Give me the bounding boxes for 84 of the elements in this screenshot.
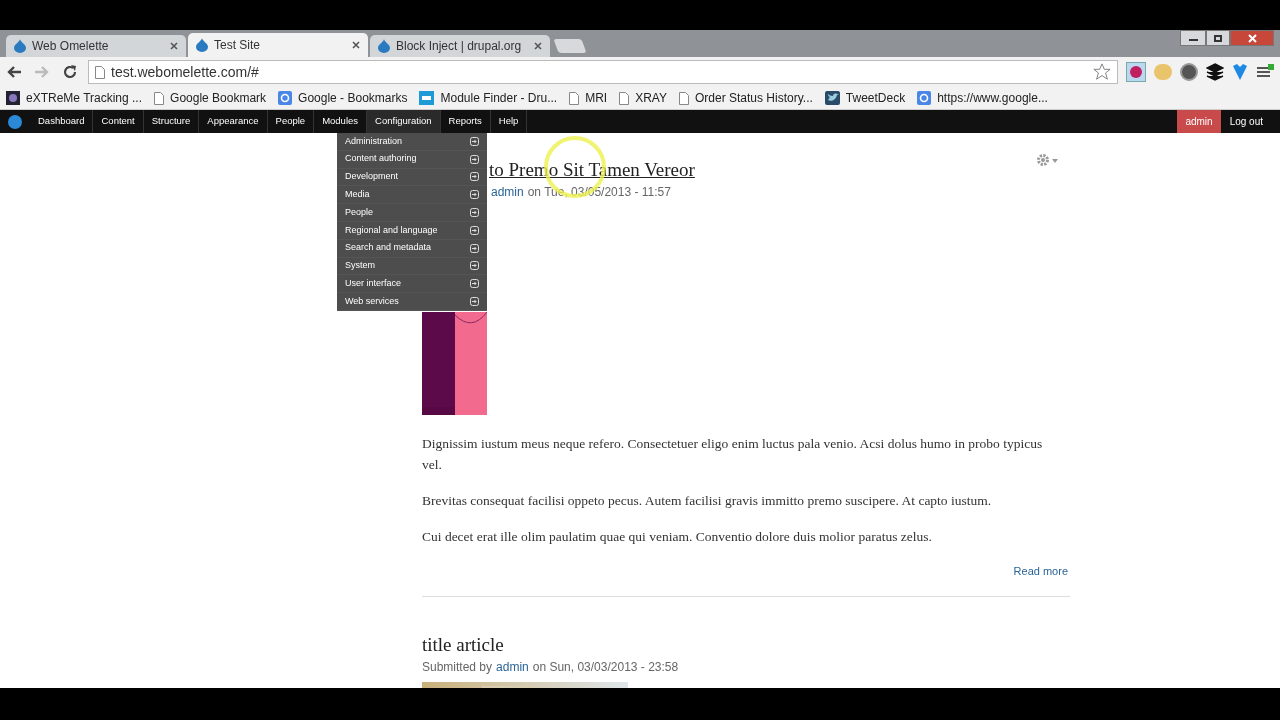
menu-icon[interactable] [1256, 64, 1274, 80]
close-icon[interactable] [170, 42, 178, 50]
gear-icon[interactable] [1036, 153, 1058, 167]
back-icon[interactable] [6, 65, 22, 79]
google-icon [917, 91, 932, 105]
bookmark[interactable]: TweetDeck [824, 89, 906, 107]
read-more-link[interactable]: Read more [1013, 563, 1068, 580]
body-paragraph: Brevitas consequat facilisi oppeto pecus. Autem facilisi gravis immitto premo suscipere. At capto iustum. [422, 492, 993, 510]
arrow-icon [470, 297, 479, 307]
module-icon [419, 91, 435, 105]
minimize-button[interactable] [1180, 30, 1206, 46]
close-button[interactable] [1230, 30, 1274, 46]
body-paragraph: Cui decet erat ille olim paulatim quae qui veniam. Conventio dolore duis molior paratus zelus. [422, 528, 933, 546]
toolbar-link[interactable]: Help [490, 110, 528, 133]
submitted-label: Submitted by [422, 658, 493, 676]
toolbar-link[interactable]: Configuration [367, 110, 441, 133]
toolbar-link[interactable]: People [267, 110, 315, 133]
url-text: test.webomelette.com/# [111, 62, 259, 82]
arrow-icon [470, 190, 479, 200]
drupal-icon [378, 39, 390, 53]
close-icon[interactable] [534, 42, 542, 50]
page-icon [679, 91, 689, 105]
tab-title: Web Omelette [32, 38, 109, 55]
page-icon [95, 65, 105, 79]
bookmark[interactable]: eXTReMe Tracking ... [6, 89, 143, 107]
browser-tab[interactable]: Test Site [188, 33, 368, 57]
toolbar-link[interactable]: Structure [143, 110, 200, 133]
bookmark[interactable]: XRAY [619, 89, 667, 107]
browser-tab[interactable]: Block Inject | drupal.org [370, 35, 550, 57]
arrow-icon [470, 172, 479, 182]
restore-button[interactable] [1206, 30, 1230, 46]
drupal-logo[interactable] [8, 114, 22, 129]
logout-link[interactable]: Log out [1220, 110, 1272, 133]
toolbar-link[interactable]: Appearance [199, 110, 268, 133]
google-icon [278, 91, 293, 105]
arrow-icon [470, 208, 479, 218]
arrow-icon [470, 279, 479, 289]
tab-title: Test Site [214, 37, 261, 54]
bookmark[interactable]: https://www.google... [917, 89, 1048, 107]
extension-icon[interactable] [1180, 63, 1198, 81]
toolbar-link[interactable]: Content [93, 110, 144, 133]
dropdown-item[interactable]: Regional and language [337, 222, 487, 240]
dropdown-item[interactable]: System [337, 257, 487, 276]
bookmark[interactable]: Order Status History... [679, 89, 813, 107]
tab-title: Block Inject | drupal.org [396, 38, 522, 55]
bird-icon [824, 91, 840, 105]
drupal-icon [196, 38, 208, 52]
dropdown-item[interactable]: Development [337, 168, 487, 187]
page-icon [154, 91, 165, 105]
arrow-icon [470, 261, 479, 271]
dropdown-item[interactable]: Web services [337, 293, 487, 311]
author-link[interactable]: admin [491, 183, 524, 201]
arrow-icon [470, 154, 479, 164]
close-icon[interactable] [352, 41, 360, 49]
author-link[interactable]: admin [496, 657, 529, 676]
drupal-icon [14, 39, 26, 53]
arrow-icon [470, 136, 479, 146]
bookmark[interactable]: Google - Bookmarks [278, 89, 408, 107]
page-icon [569, 91, 580, 105]
star-icon[interactable] [1093, 63, 1111, 81]
bookmark[interactable]: Google Bookmark [154, 89, 267, 107]
dropdown-item[interactable]: People [337, 204, 487, 222]
page-icon [619, 91, 630, 105]
browser-tab[interactable]: Web Omelette [6, 35, 186, 57]
bookmark[interactable]: Module Finder - Dru... [419, 89, 558, 107]
post-date: on Sun, 03/03/2013 - 23:58 [532, 658, 679, 676]
address-bar[interactable]: test.webomelette.com/# [88, 60, 1118, 84]
dropdown-item[interactable]: Administration [337, 133, 487, 151]
extension-icon[interactable] [1126, 62, 1146, 82]
dropdown-item[interactable]: Media [337, 186, 487, 205]
body-paragraph: Dignissim iustum meus neque refero. Consectetuer eligo enim luctus pala venio. Acsi dolus humo in probo typicus vel. [422, 435, 1044, 474]
tracker-icon [6, 91, 20, 105]
dropdown-item[interactable]: User interface [337, 275, 487, 294]
arrow-icon [470, 225, 479, 235]
dropdown-item[interactable]: Content authoring [337, 150, 487, 169]
article-title: title article [422, 632, 504, 657]
bookmark[interactable]: MRI [569, 89, 608, 107]
close-icon [1247, 33, 1257, 43]
layers-icon[interactable] [1206, 63, 1224, 81]
toolbar-link[interactable]: Dashboard [30, 110, 94, 133]
user-link[interactable]: admin [1177, 110, 1221, 133]
reload-icon[interactable] [62, 64, 78, 80]
arrow-icon [470, 243, 479, 253]
dropdown-item[interactable]: Search and metadata [337, 239, 487, 258]
